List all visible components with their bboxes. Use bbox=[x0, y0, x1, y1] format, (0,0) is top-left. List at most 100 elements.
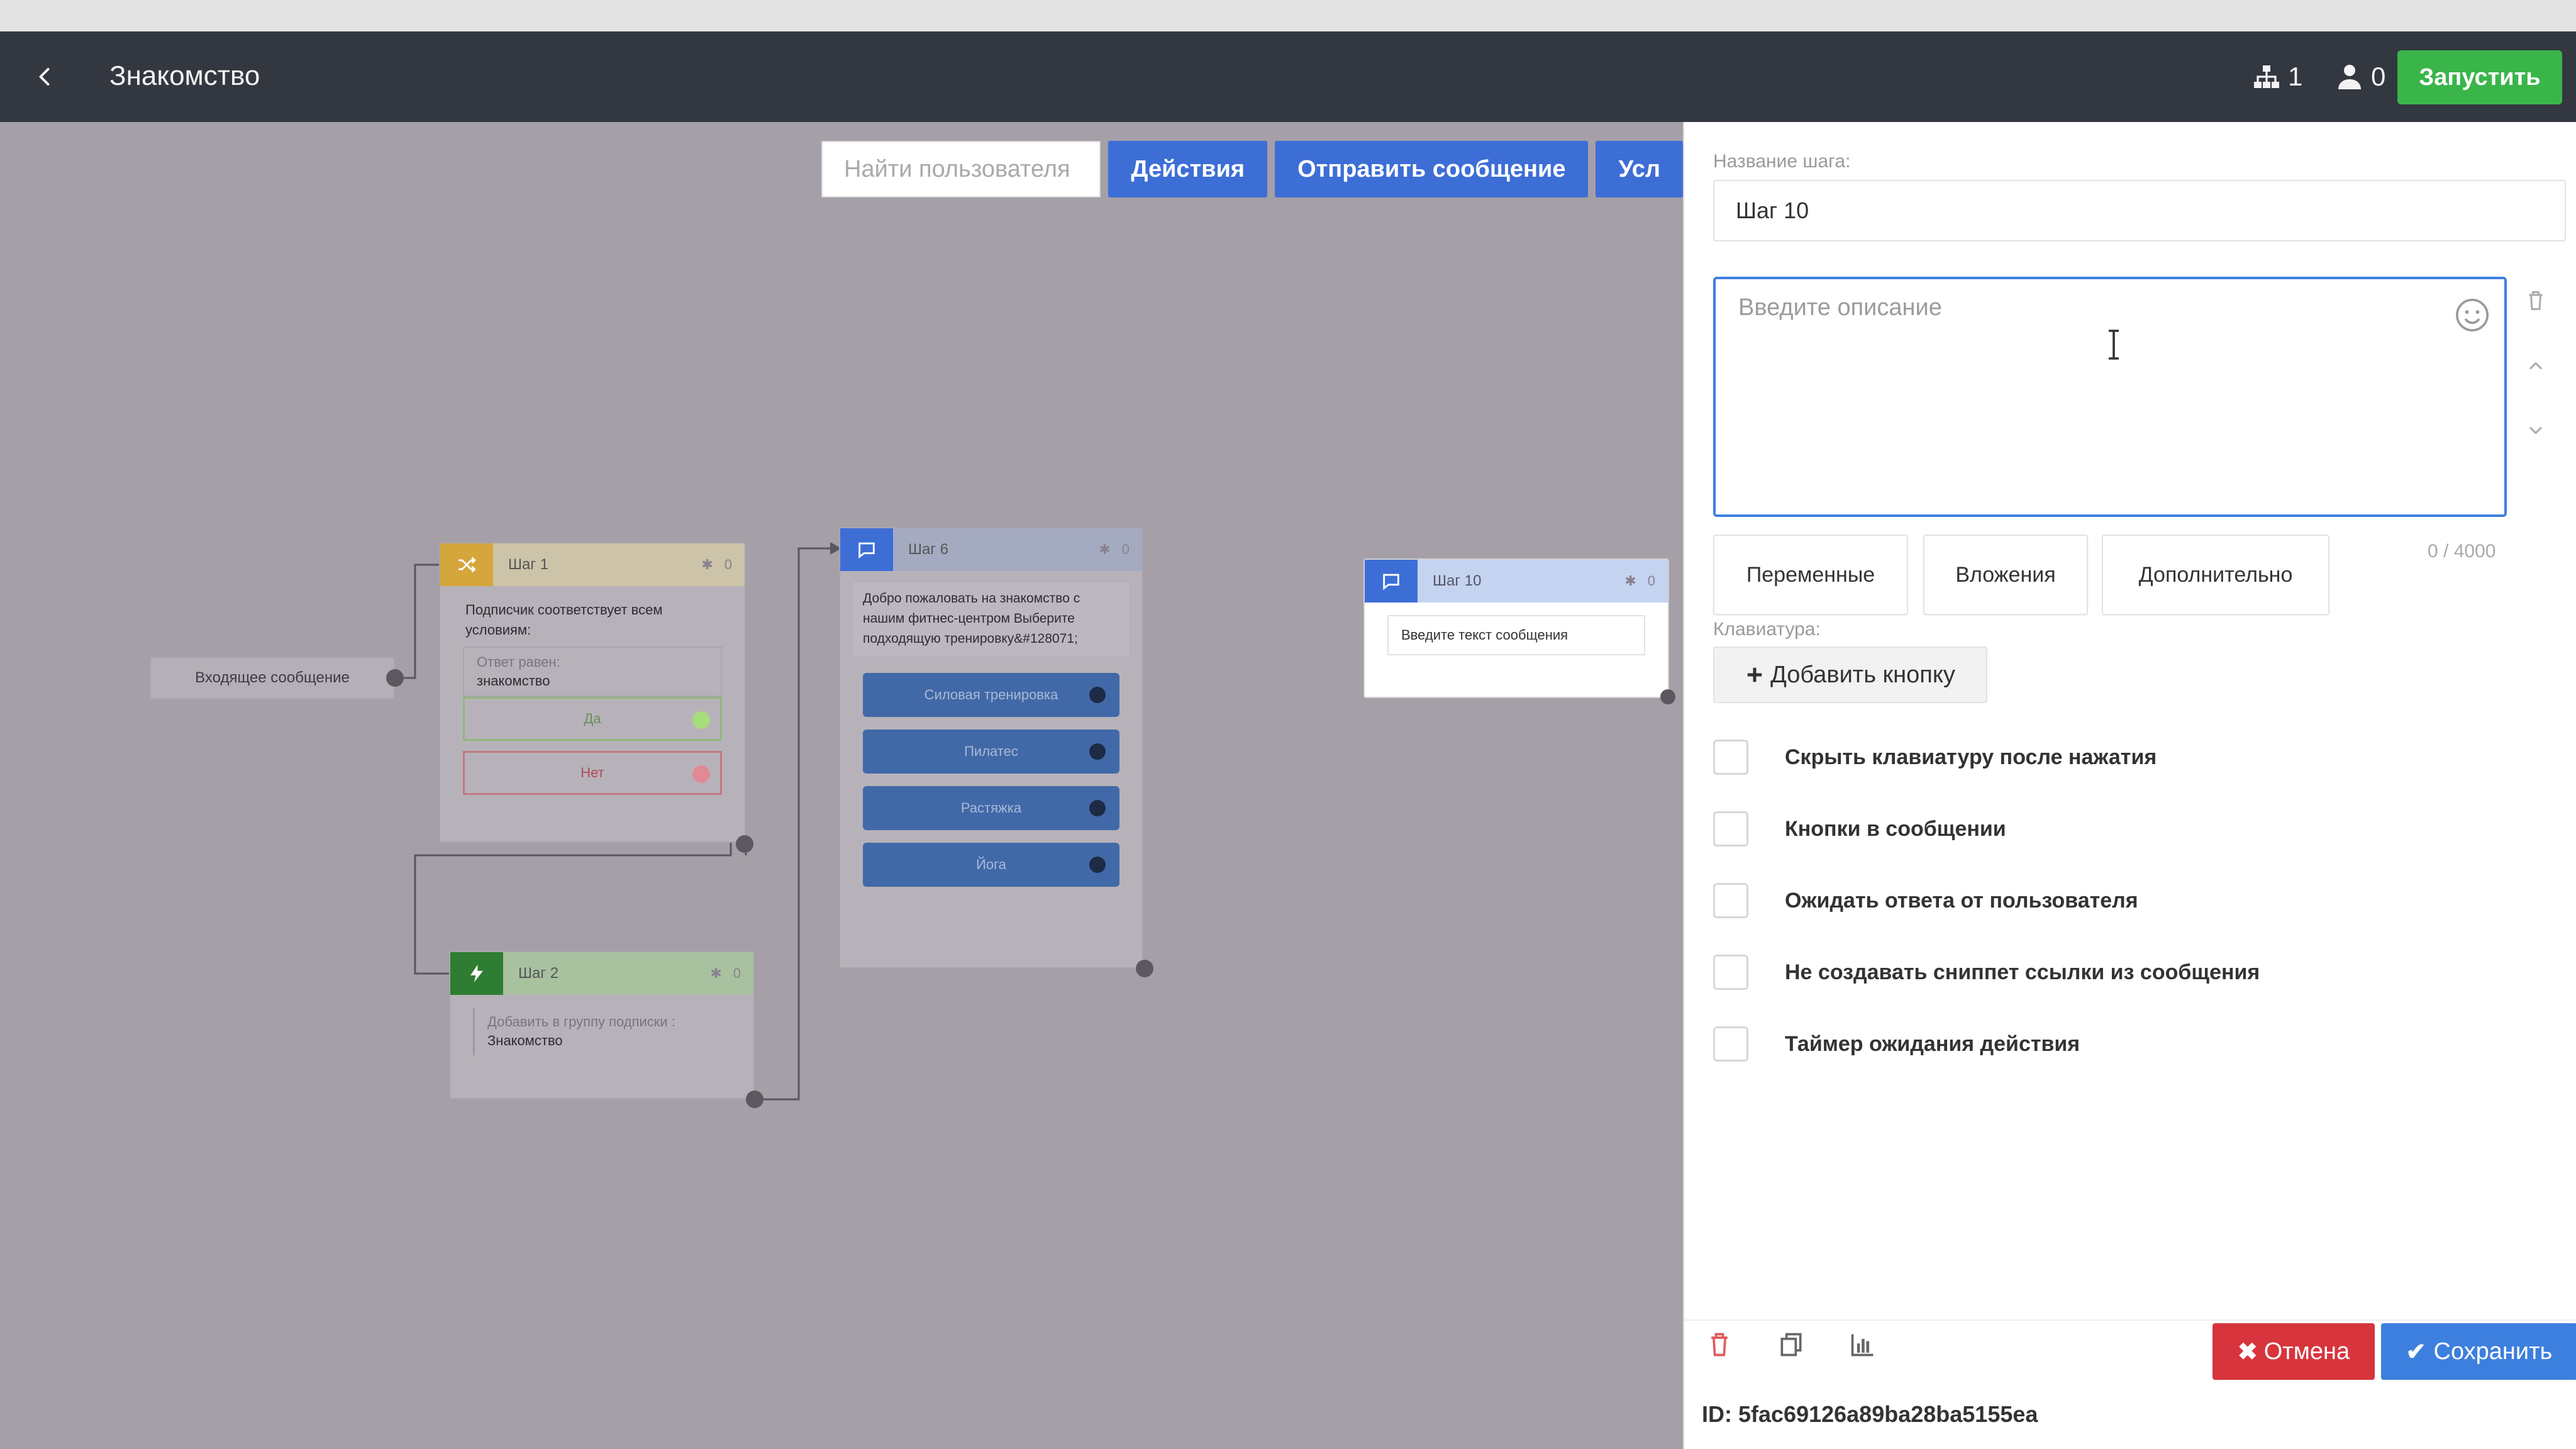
option-label: Растяжка bbox=[960, 800, 1022, 816]
no-port[interactable] bbox=[692, 765, 710, 783]
option-port[interactable] bbox=[1089, 743, 1106, 760]
bar-chart-icon[interactable] bbox=[1849, 1331, 1877, 1358]
bug-icon[interactable]: ✱ bbox=[1099, 541, 1110, 558]
step-2-node[interactable]: Шаг 2 ✱ 0 Добавить в группу подписки : Зн… bbox=[449, 951, 755, 1099]
message-text-field[interactable]: Введите текст сообщения bbox=[1387, 615, 1645, 655]
option-button[interactable]: Пилатес bbox=[863, 730, 1119, 774]
node-text: Подписчик соответствует всем условиям: bbox=[465, 602, 663, 638]
chevron-down-icon[interactable] bbox=[2524, 419, 2547, 441]
step-10-node[interactable]: Шаг 10 ✱ 0 Введите текст сообщения bbox=[1363, 558, 1669, 698]
add-button-button[interactable]: Добавить кнопку bbox=[1713, 647, 1987, 703]
chevron-up-icon[interactable] bbox=[2524, 355, 2547, 377]
step-6-out-port[interactable] bbox=[1136, 960, 1153, 977]
save-label: Сохранить bbox=[2433, 1338, 2553, 1365]
check-icon: ✔ bbox=[2406, 1338, 2426, 1365]
text-cursor-icon bbox=[2109, 330, 2119, 360]
option-button[interactable]: Йога bbox=[863, 843, 1119, 887]
counter-icon: 0 bbox=[724, 557, 732, 572]
option-no-snippet[interactable]: Не создавать сниппет ссылки из сообщения bbox=[1713, 955, 2260, 990]
char-counter: 0 / 4000 bbox=[2428, 541, 2496, 562]
condition-value: знакомство bbox=[477, 673, 550, 689]
action-label: Добавить в группу подписки : bbox=[487, 1014, 675, 1030]
node-header: Шаг 6 ✱ 0 bbox=[840, 528, 1142, 571]
bug-icon[interactable]: ✱ bbox=[710, 965, 721, 982]
node-header: Шаг 1 ✱ 0 bbox=[440, 543, 745, 586]
node-header: Шаг 10 ✱ 0 bbox=[1365, 560, 1668, 602]
description-textarea[interactable]: Введите описание bbox=[1713, 277, 2507, 517]
action-box: Добавить в группу подписки : Знакомство bbox=[473, 1008, 731, 1055]
step-settings-panel: Название шага: Шаг 10 Введите описание 0… bbox=[1683, 122, 2576, 1449]
node-title: Шаг 6 bbox=[908, 541, 949, 558]
option-button[interactable]: Растяжка bbox=[863, 786, 1119, 830]
checkbox-label: Таймер ожидания действия bbox=[1785, 1031, 2080, 1056]
user-search-input[interactable]: Найти пользователя bbox=[821, 141, 1101, 197]
counter-icon: 0 bbox=[1121, 541, 1130, 557]
sitemap-icon bbox=[2254, 65, 2279, 88]
add-button-label: Добавить кнопку bbox=[1770, 661, 1955, 688]
step-2-out-port[interactable] bbox=[746, 1091, 763, 1108]
actions-button[interactable]: Действия bbox=[1108, 141, 1268, 197]
node-title: Шаг 1 bbox=[508, 556, 549, 573]
step-name-input[interactable]: Шаг 10 bbox=[1713, 180, 2566, 242]
users-count: 0 bbox=[2371, 62, 2386, 91]
message-icon bbox=[1365, 560, 1418, 602]
attachments-button[interactable]: Вложения bbox=[1923, 535, 2088, 615]
trash-icon[interactable] bbox=[2524, 289, 2547, 312]
users-counter[interactable]: 0 bbox=[2334, 62, 2385, 92]
checkbox[interactable] bbox=[1713, 955, 1748, 990]
step-1-out-port[interactable] bbox=[736, 835, 753, 853]
structure-counter[interactable]: 1 bbox=[2251, 62, 2302, 92]
option-action-timer[interactable]: Таймер ожидания действия bbox=[1713, 1026, 2080, 1062]
option-label: Силовая тренировка bbox=[924, 687, 1058, 702]
send-message-button[interactable]: Отправить сообщение bbox=[1275, 141, 1589, 197]
node-text: Добро пожаловать на знакомство с нашим ф… bbox=[853, 582, 1130, 655]
option-wait-reply[interactable]: Ожидать ответа от пользователя bbox=[1713, 883, 2138, 918]
delete-icon[interactable] bbox=[1706, 1331, 1733, 1358]
checkbox[interactable] bbox=[1713, 811, 1748, 847]
save-button[interactable]: ✔ Сохранить bbox=[2381, 1323, 2576, 1380]
message-icon bbox=[840, 528, 893, 571]
variables-button[interactable]: Переменные bbox=[1713, 535, 1908, 615]
checkbox-label: Скрыть клавиатуру после нажатия bbox=[1785, 745, 2157, 769]
incoming-port[interactable] bbox=[386, 669, 404, 687]
option-port[interactable] bbox=[1089, 687, 1106, 703]
close-icon: ✖ bbox=[2237, 1338, 2258, 1365]
checkbox[interactable] bbox=[1713, 883, 1748, 918]
no-label: Нет bbox=[580, 765, 604, 780]
option-inline-buttons[interactable]: Кнопки в сообщении bbox=[1713, 811, 2006, 847]
step-1-node[interactable]: Шаг 1 ✱ 0 Подписчик соответствует всем ус… bbox=[439, 542, 746, 843]
option-hide-keyboard[interactable]: Скрыть клавиатуру после нажатия bbox=[1713, 740, 2157, 775]
condition-box: Ответ равен: знакомство bbox=[463, 647, 722, 697]
canvas-toolbar: Найти пользователя Действия Отправить со… bbox=[821, 141, 1683, 197]
step-id: ID: 5fac69126a89ba28ba5155ea bbox=[1702, 1401, 2038, 1427]
cancel-button[interactable]: ✖ Отмена bbox=[2212, 1323, 2375, 1380]
step-name-label: Название шага: bbox=[1713, 151, 1851, 172]
bug-icon[interactable]: ✱ bbox=[1624, 573, 1636, 589]
emoji-icon[interactable] bbox=[2454, 297, 2490, 333]
counter-icon: 0 bbox=[733, 965, 741, 981]
checkbox[interactable] bbox=[1713, 740, 1748, 775]
conditions-button[interactable]: Усл bbox=[1596, 141, 1683, 197]
node-title: Шаг 10 bbox=[1433, 572, 1482, 589]
checkbox[interactable] bbox=[1713, 1026, 1748, 1062]
option-port[interactable] bbox=[1089, 800, 1106, 816]
yes-branch[interactable]: Да bbox=[463, 697, 722, 741]
option-port[interactable] bbox=[1089, 857, 1106, 873]
step-10-out-port[interactable] bbox=[1660, 689, 1675, 704]
checkbox-label: Кнопки в сообщении bbox=[1785, 816, 2006, 841]
lightning-icon bbox=[450, 952, 503, 995]
bug-icon[interactable]: ✱ bbox=[701, 557, 713, 573]
advanced-button[interactable]: Дополнительно bbox=[2102, 535, 2329, 615]
incoming-message-node[interactable]: Входящее сообщение bbox=[150, 657, 395, 699]
option-label: Пилатес bbox=[964, 743, 1018, 759]
copy-icon[interactable] bbox=[1777, 1331, 1805, 1358]
run-button[interactable]: Запустить bbox=[2397, 50, 2562, 104]
step-6-node[interactable]: Шаг 6 ✱ 0 Добро пожаловать на знакомство … bbox=[839, 527, 1143, 969]
yes-port[interactable] bbox=[692, 711, 710, 729]
action-value: Знакомство bbox=[487, 1033, 563, 1048]
structure-count: 1 bbox=[2288, 62, 2303, 91]
option-button[interactable]: Силовая тренировка bbox=[863, 673, 1119, 717]
node-title: Шаг 2 bbox=[518, 965, 559, 982]
no-branch[interactable]: Нет bbox=[463, 751, 722, 795]
counter-icon: 0 bbox=[1647, 573, 1655, 589]
